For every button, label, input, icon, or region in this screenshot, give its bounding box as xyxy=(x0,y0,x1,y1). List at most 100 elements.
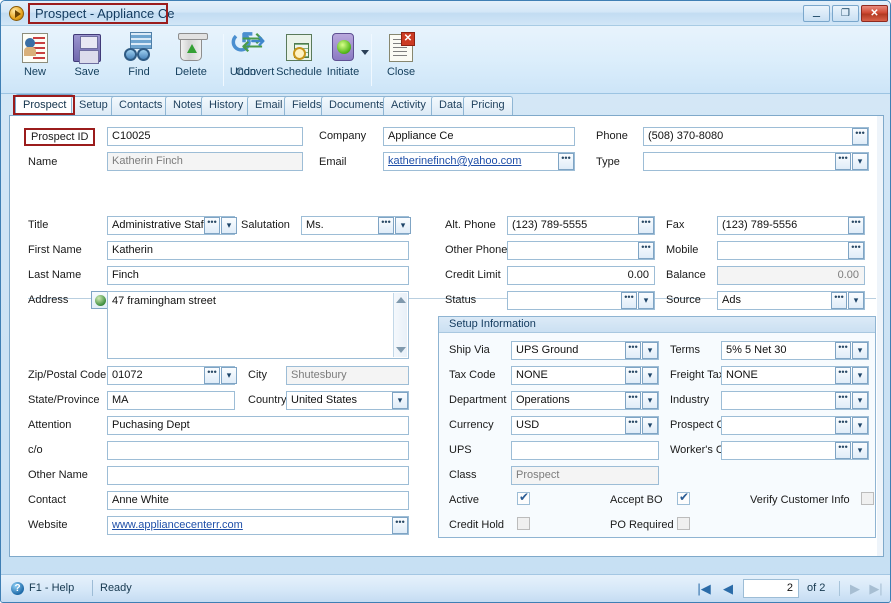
website-input[interactable]: www.appliancecenterr.com xyxy=(107,516,409,535)
prospect-id-input[interactable]: C10025 xyxy=(107,127,303,146)
credit-limit-input[interactable]: 0.00 xyxy=(507,266,655,285)
city-input[interactable]: Shutesbury xyxy=(286,366,409,385)
verify-customer-info-checkbox[interactable] xyxy=(861,492,874,505)
ship-via-dropdown-button[interactable]: ▾ xyxy=(642,342,658,359)
po-required-checkbox[interactable] xyxy=(677,517,690,530)
type-dropdown-button[interactable]: ▾ xyxy=(852,153,868,170)
department-dropdown-button[interactable]: ▾ xyxy=(642,392,658,409)
other-phone-lookup-button[interactable]: ••• xyxy=(638,242,654,259)
tab-prospect[interactable]: Prospect xyxy=(15,94,75,116)
source-dropdown-button[interactable]: ▾ xyxy=(848,292,864,309)
toolbar-label: Find xyxy=(128,66,150,78)
other-phone-input[interactable] xyxy=(507,241,655,260)
tab-pricing[interactable]: Pricing xyxy=(463,96,513,115)
tax-code-lookup-button[interactable]: ••• xyxy=(625,367,641,384)
credit-hold-checkbox[interactable] xyxy=(517,517,530,530)
tab-contacts[interactable]: Contacts xyxy=(111,96,171,115)
first-record-button[interactable]: |◀ xyxy=(695,580,713,597)
email-lookup-button[interactable]: ••• xyxy=(558,153,574,170)
address-scrollbar[interactable] xyxy=(393,293,407,357)
freight-tax-dropdown-button[interactable]: ▾ xyxy=(852,367,868,384)
website-lookup-button[interactable]: ••• xyxy=(392,517,408,534)
alt-phone-label: Alt. Phone xyxy=(445,219,496,231)
contact-input[interactable]: Anne White xyxy=(107,491,409,510)
industry-dropdown-button[interactable]: ▾ xyxy=(852,392,868,409)
tab-setup[interactable]: Setup xyxy=(71,96,116,115)
po-required-label: PO Required xyxy=(610,519,674,531)
state-input[interactable]: MA xyxy=(107,391,235,410)
phone-input[interactable]: (508) 370-8080 xyxy=(643,127,869,146)
status-lookup-button[interactable]: ••• xyxy=(621,292,637,309)
workers-code-lookup-button[interactable]: ••• xyxy=(835,442,851,459)
toolbar-initiate-button[interactable]: Initiate xyxy=(315,30,371,90)
address-textarea[interactable]: 47 framingham street xyxy=(107,291,409,359)
prospect-code-dropdown-button[interactable]: ▾ xyxy=(852,417,868,434)
email-input[interactable]: katherinefinch@yahoo.com xyxy=(383,152,575,171)
tax-code-dropdown-button[interactable]: ▾ xyxy=(642,367,658,384)
phone-lookup-button[interactable]: ••• xyxy=(852,128,868,145)
status-ready-text: Ready xyxy=(100,582,132,594)
country-input[interactable]: United States xyxy=(286,391,409,410)
help-text[interactable]: F1 - Help xyxy=(29,582,74,594)
salutation-dropdown-button[interactable]: ▾ xyxy=(395,217,411,234)
tab-activity[interactable]: Activity xyxy=(383,96,434,115)
close-window-button[interactable]: ✕ xyxy=(861,5,888,22)
mobile-input[interactable] xyxy=(717,241,865,260)
prospect-code-lookup-button[interactable]: ••• xyxy=(835,417,851,434)
previous-record-button[interactable]: ◀ xyxy=(719,580,737,597)
terms-dropdown-button[interactable]: ▾ xyxy=(852,342,868,359)
last-record-button[interactable]: ▶| xyxy=(867,580,885,597)
freight-tax-lookup-button[interactable]: ••• xyxy=(835,367,851,384)
source-lookup-button[interactable]: ••• xyxy=(831,292,847,309)
class-label: Class xyxy=(449,469,477,481)
country-dropdown-button[interactable]: ▾ xyxy=(392,392,408,409)
toolbar-new-button[interactable]: New xyxy=(7,30,63,90)
toolbar-find-button[interactable]: Find xyxy=(111,30,167,90)
tab-documents[interactable]: Documents xyxy=(321,96,393,115)
initiate-dropdown-caret-icon[interactable] xyxy=(361,50,369,55)
toolbar-save-button[interactable]: Save xyxy=(59,30,115,90)
industry-lookup-button[interactable]: ••• xyxy=(835,392,851,409)
question-help-icon[interactable]: ? xyxy=(11,582,24,595)
title-lookup-button[interactable]: ••• xyxy=(204,217,220,234)
accept-bo-checkbox[interactable] xyxy=(677,490,690,505)
city-label: City xyxy=(248,369,267,381)
type-lookup-button[interactable]: ••• xyxy=(835,153,851,170)
ups-input[interactable] xyxy=(511,441,659,460)
minimize-button[interactable]: – xyxy=(803,5,830,22)
scroll-down-icon[interactable] xyxy=(396,347,406,353)
active-checkbox[interactable] xyxy=(517,490,530,505)
alt-phone-input[interactable]: (123) 789-5555 xyxy=(507,216,655,235)
attention-input[interactable]: Puchasing Dept xyxy=(107,416,409,435)
ship-via-lookup-button[interactable]: ••• xyxy=(625,342,641,359)
salutation-lookup-button[interactable]: ••• xyxy=(378,217,394,234)
toolbar-label: Save xyxy=(74,66,100,78)
first-name-input[interactable]: Katherin xyxy=(107,241,409,260)
fax-input[interactable]: (123) 789-5556 xyxy=(717,216,865,235)
scroll-up-icon[interactable] xyxy=(396,297,406,303)
terms-lookup-button[interactable]: ••• xyxy=(835,342,851,359)
alt-phone-lookup-button[interactable]: ••• xyxy=(638,217,654,234)
currency-lookup-button[interactable]: ••• xyxy=(625,417,641,434)
last-name-input[interactable]: Finch xyxy=(107,266,409,285)
workers-code-dropdown-button[interactable]: ▾ xyxy=(852,442,868,459)
page-number-input[interactable]: 2 xyxy=(743,579,799,598)
tab-history[interactable]: History xyxy=(201,96,252,115)
title-dropdown-button[interactable]: ▾ xyxy=(221,217,237,234)
toolbar-delete-button[interactable]: Delete xyxy=(163,30,219,90)
co-input[interactable] xyxy=(107,441,409,460)
department-lookup-button[interactable]: ••• xyxy=(625,392,641,409)
toolbar-close-button[interactable]: ✕ Close xyxy=(373,30,429,90)
company-input[interactable]: Appliance Ce xyxy=(383,127,575,146)
new-record-icon xyxy=(19,32,51,64)
fax-lookup-button[interactable]: ••• xyxy=(848,217,864,234)
other-name-input[interactable] xyxy=(107,466,409,485)
panel-scrollbar[interactable] xyxy=(877,116,883,556)
zip-dropdown-button[interactable]: ▾ xyxy=(221,367,237,384)
mobile-lookup-button[interactable]: ••• xyxy=(848,242,864,259)
currency-dropdown-button[interactable]: ▾ xyxy=(642,417,658,434)
maximize-button[interactable]: ❐ xyxy=(832,5,859,22)
zip-lookup-button[interactable]: ••• xyxy=(204,367,220,384)
next-record-button[interactable]: ▶ xyxy=(846,580,864,597)
status-dropdown-button[interactable]: ▾ xyxy=(638,292,654,309)
